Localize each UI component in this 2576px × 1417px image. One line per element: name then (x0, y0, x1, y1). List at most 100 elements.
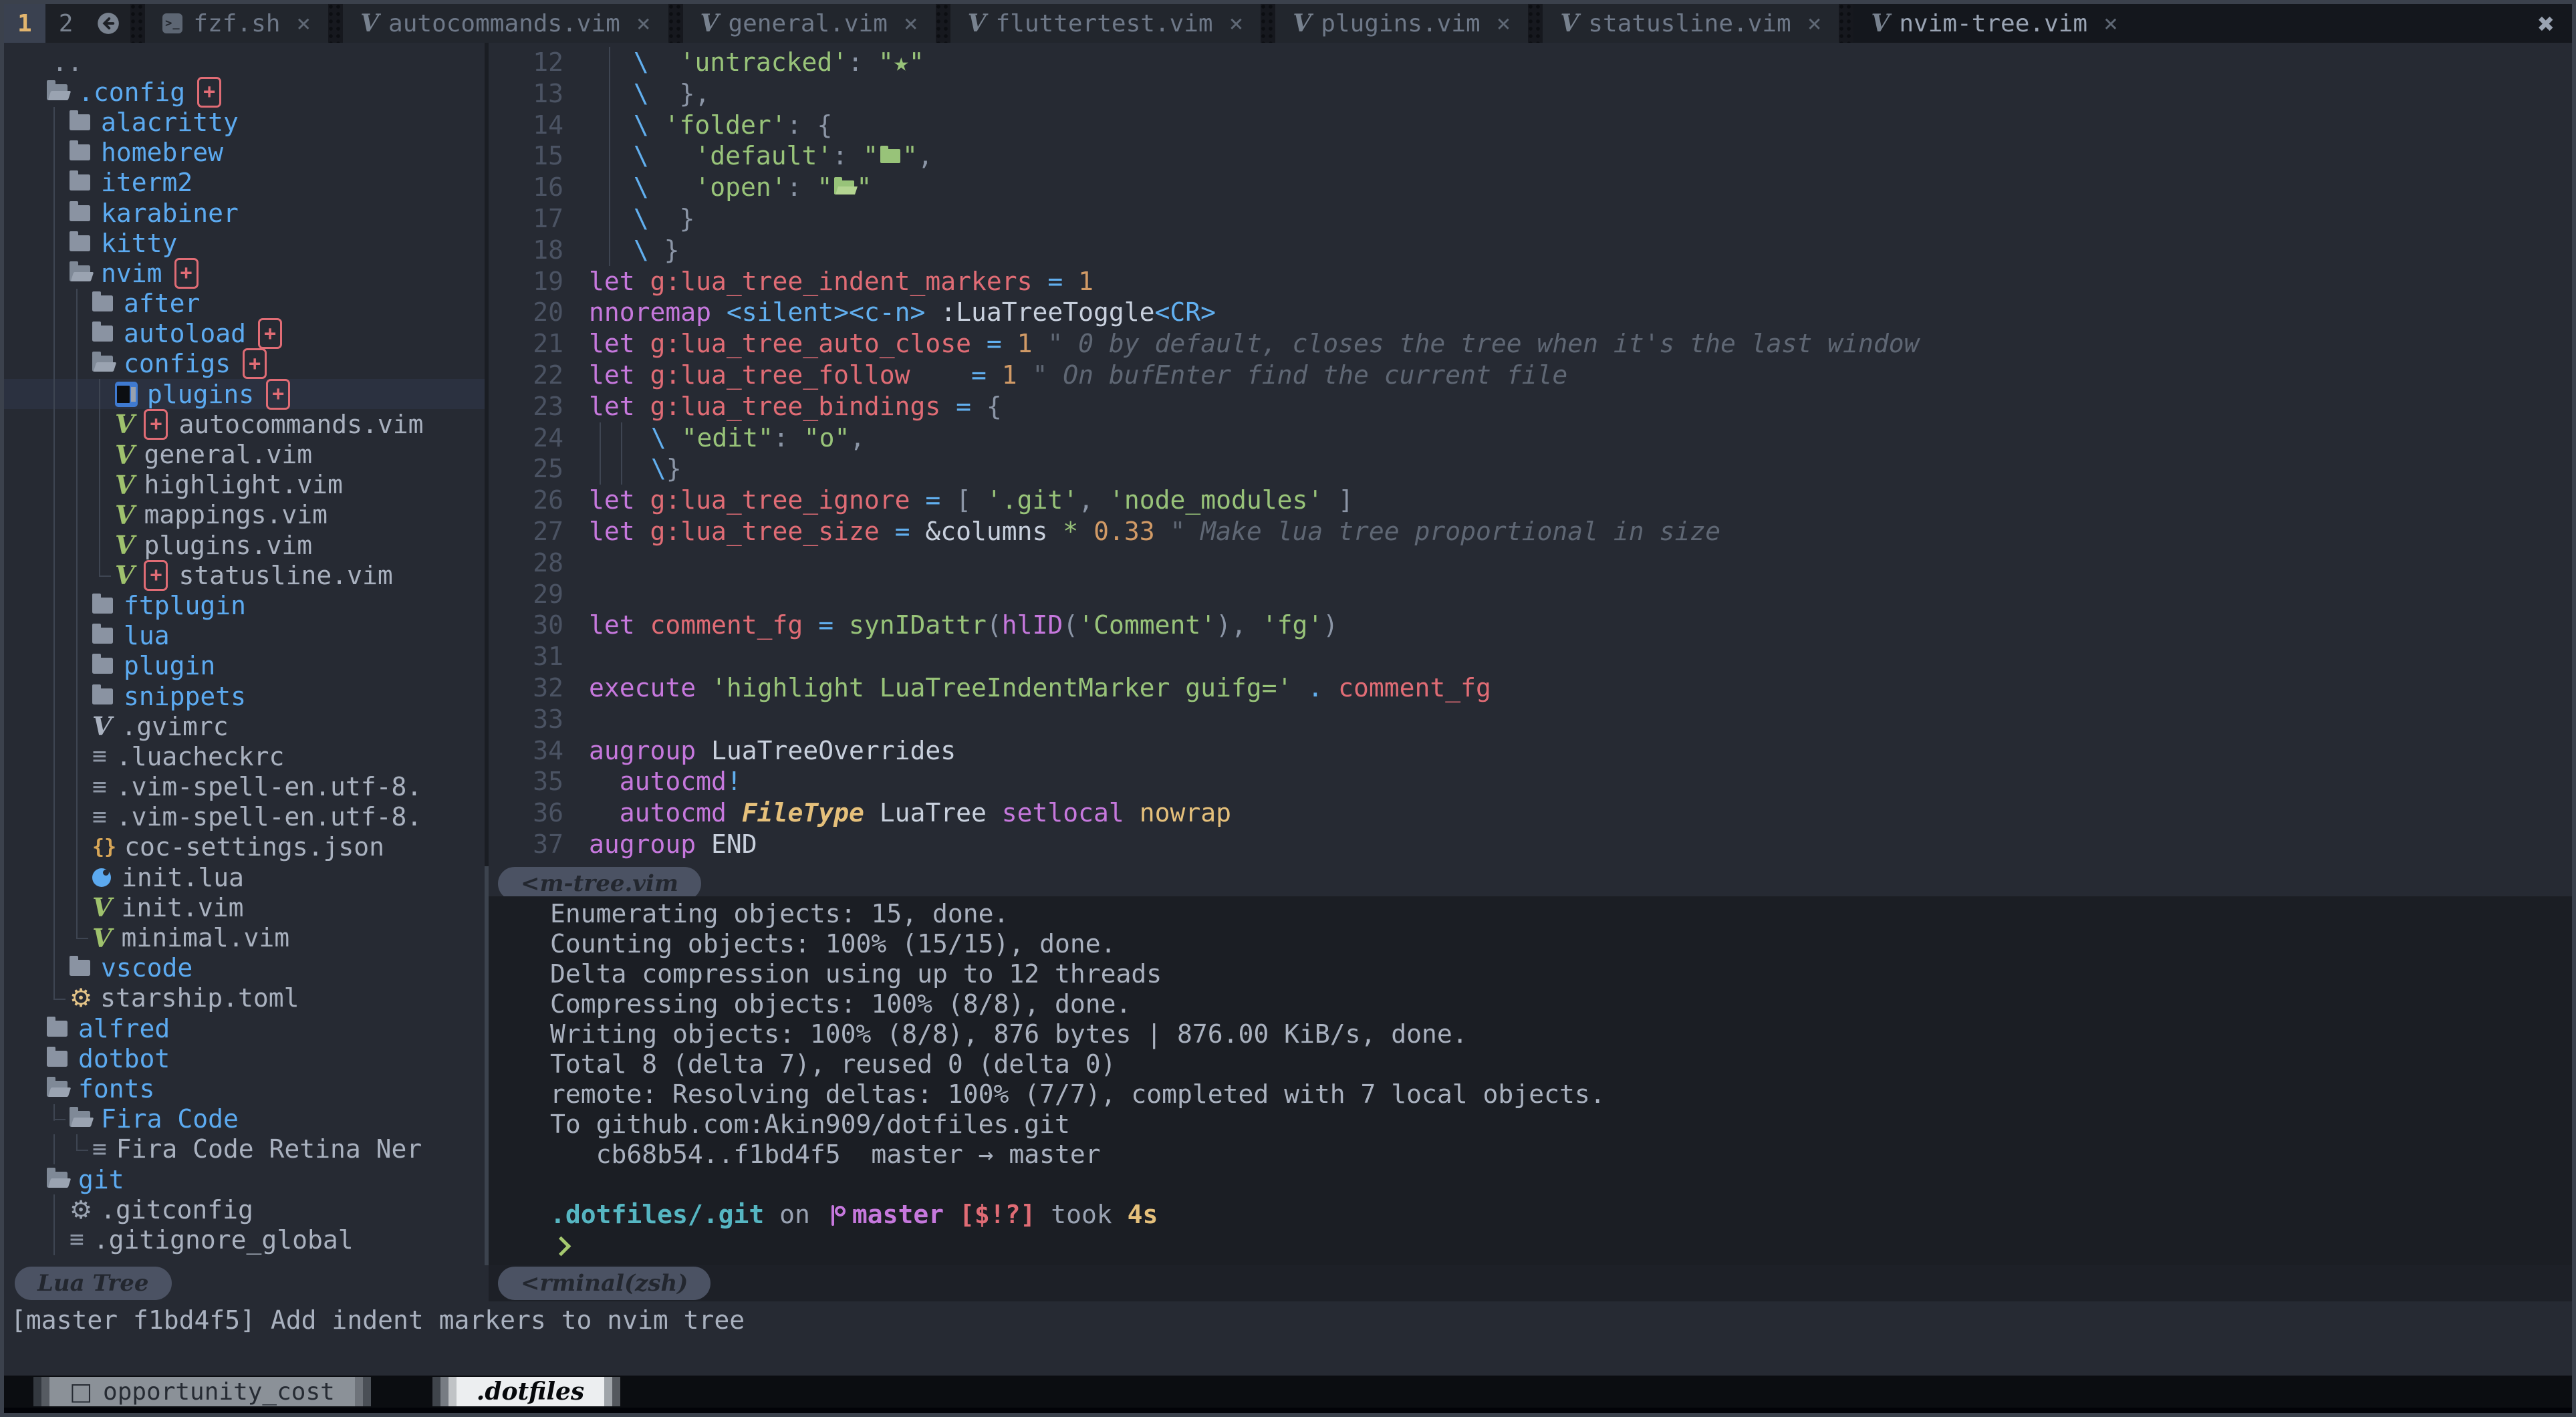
tree-item-homebrew[interactable]: homebrew (4, 138, 485, 168)
tree-item-.gitconfig[interactable]: ⚙.gitconfig (4, 1194, 485, 1225)
tree-item-label: .vim-spell-en.utf-8. (116, 802, 422, 831)
tree-item-label: plugin (124, 651, 215, 680)
tree-item-configs[interactable]: configs+ (4, 349, 485, 379)
tree-item-label: dotbot (78, 1044, 170, 1073)
nvim-tree-pane[interactable]: ...config+alacrittyhomebrewiterm2karabin… (4, 43, 485, 1265)
tree-item-starship.toml[interactable]: ⚙starship.toml (4, 983, 485, 1013)
circle-arrow-left-icon[interactable] (86, 4, 130, 43)
tree-item-.luacheckrc[interactable]: ≡.luacheckrc (4, 741, 485, 771)
folder-glyph-icon (834, 180, 854, 195)
code-token: 1 (1002, 360, 1017, 391)
tree-item-.gitignore-global[interactable]: ≡.gitignore_global (4, 1225, 485, 1255)
code-token (649, 110, 664, 141)
indent-guide (47, 439, 70, 469)
lua-file-icon (92, 868, 111, 887)
code-token: <CR> (1155, 297, 1216, 328)
code-line-14: 14 \ 'folder': { (489, 110, 2572, 141)
tree-item-init.lua[interactable]: init.lua (4, 862, 485, 892)
tree-item-coc-settings.json[interactable]: {}coc-settings.json (4, 832, 485, 862)
powerline-fade (41, 1377, 49, 1406)
tree-item-.vim-spell-en.utf-8.[interactable]: ≡.vim-spell-en.utf-8. (4, 802, 485, 832)
tab-close-icon[interactable]: × (1497, 10, 1511, 37)
editor-statusline-pill: <m-tree.vim (498, 867, 701, 896)
code-token (589, 140, 618, 172)
tab-close-icon[interactable]: × (904, 10, 918, 37)
tree-item-lua[interactable]: lua (4, 621, 485, 651)
vim-file-icon: V (115, 530, 134, 560)
tree-item-autocommands.vim[interactable]: V+autocommands.vim (4, 409, 485, 439)
tree-item-alfred[interactable]: alfred (4, 1013, 485, 1043)
code-token: : (848, 47, 863, 78)
tree-item-highlight.vim[interactable]: Vhighlight.vim (4, 470, 485, 500)
tree-item-mappings.vim[interactable]: Vmappings.vim (4, 500, 485, 530)
tree-item-snippets[interactable]: snippets (4, 681, 485, 711)
tree-item-..[interactable]: .. (4, 47, 485, 77)
tree-item-after[interactable]: after (4, 289, 485, 319)
code-line-20: 20nnoremap <silent><c-n> :LuaTreeToggle<… (489, 297, 2572, 328)
tree-item-fonts[interactable]: fonts (4, 1073, 485, 1104)
terminal-line: cb68b54..f1bd4f5 master → master (550, 1140, 2572, 1170)
code-token: let (589, 391, 635, 422)
code-token: * (1063, 516, 1078, 547)
tab-separator (130, 4, 145, 43)
code-token: g:lua_tree_size (650, 516, 880, 547)
tree-item-autoload[interactable]: autoload+ (4, 319, 485, 349)
code-token (802, 110, 817, 141)
tab-fluttertest.vim[interactable]: Vfluttertest.vim× (950, 4, 1261, 43)
tab-close-icon[interactable]: × (636, 10, 651, 37)
tab-close-icon[interactable]: × (1807, 10, 1822, 37)
code-token (666, 422, 682, 454)
tab-close-icon[interactable]: × (1229, 10, 1244, 37)
tmux-window-.dotfiles[interactable]: .dotfiles (432, 1377, 620, 1406)
tree-item-minimal.vim[interactable]: Vminimal.vim (4, 922, 485, 952)
tree-item-nvim[interactable]: nvim+ (4, 258, 485, 288)
tree-item-alacritty[interactable]: alacritty (4, 107, 485, 137)
tab-fzf.sh[interactable]: >_fzf.sh× (145, 4, 328, 43)
tree-item-vscode[interactable]: vscode (4, 953, 485, 983)
vim-file-icon: V (115, 560, 134, 590)
tree-item-karabiner[interactable]: karabiner (4, 198, 485, 228)
tab-close-icon[interactable]: × (296, 10, 311, 37)
tree-item-dotbot[interactable]: dotbot (4, 1043, 485, 1073)
tree-item-git[interactable]: git (4, 1164, 485, 1194)
tree-item-plugins.vim[interactable]: Vplugins.vim (4, 530, 485, 560)
tree-item-plugins[interactable]: plugins+ (4, 379, 485, 409)
tree-item-iterm2[interactable]: iterm2 (4, 168, 485, 198)
statusline-row: Lua Tree <rminal(zsh) (4, 1265, 2572, 1301)
tree-item-ftplugin[interactable]: ftplugin (4, 590, 485, 620)
code-line-15: 15 \ 'default': "", (489, 140, 2572, 172)
tab-plugins.vim[interactable]: Vplugins.vim× (1275, 4, 1528, 43)
tree-item-.vim-spell-en.utf-8.[interactable]: ≡.vim-spell-en.utf-8. (4, 772, 485, 802)
code-token (1032, 266, 1047, 297)
tab-statusline.vim[interactable]: Vstatusline.vim× (1543, 4, 1839, 43)
tree-item-kitty[interactable]: kitty (4, 228, 485, 258)
indent-guide (47, 621, 70, 651)
close-icon[interactable]: ✖ (2538, 7, 2572, 40)
code-token: = (971, 360, 987, 391)
code-token: \ (618, 172, 649, 203)
tree-item-Fira-Code[interactable]: Fira Code (4, 1104, 485, 1134)
tree-item-statusline.vim[interactable]: V+statusline.vim (4, 560, 485, 590)
code-token: , (1078, 485, 1093, 516)
tree-item-.config[interactable]: .config+ (4, 77, 485, 107)
code-token (1124, 797, 1140, 829)
code-token: 'untracked' (680, 47, 848, 78)
tmux-window-opportunity-cost[interactable]: □opportunity_cost (33, 1377, 371, 1406)
editor-pane[interactable]: 12 \ 'untracked': "★"13 \ },14 \ 'folder… (489, 43, 2572, 896)
tab-general.vim[interactable]: Vgeneral.vim× (683, 4, 936, 43)
tab-close-icon[interactable]: × (2103, 10, 2118, 37)
terminal-pane[interactable]: Enumerating objects: 15, done.Counting o… (489, 896, 2572, 1265)
tabpage-1[interactable]: 1 (4, 4, 45, 43)
tree-item-Fira-Code-Retina-Ner[interactable]: ≡Fira Code Retina Ner (4, 1134, 485, 1164)
tree-item-general.vim[interactable]: Vgeneral.vim (4, 439, 485, 469)
code-token: "★" (878, 47, 924, 78)
tree-item-plugin[interactable]: plugin (4, 651, 485, 681)
tab-autocommands.vim[interactable]: Vautocommands.vim× (343, 4, 668, 43)
tab-label: plugins.vim (1321, 10, 1480, 37)
tab-nvim-tree.vim[interactable]: Vnvim-tree.vim× (1853, 4, 2135, 43)
tree-item-.gvimrc[interactable]: V.gvimrc (4, 711, 485, 741)
tree-item-label: general.vim (144, 440, 312, 469)
tabpage-2[interactable]: 2 (45, 4, 87, 43)
vim-v-icon: V (1871, 9, 1890, 37)
tree-item-init.vim[interactable]: Vinit.vim (4, 892, 485, 922)
